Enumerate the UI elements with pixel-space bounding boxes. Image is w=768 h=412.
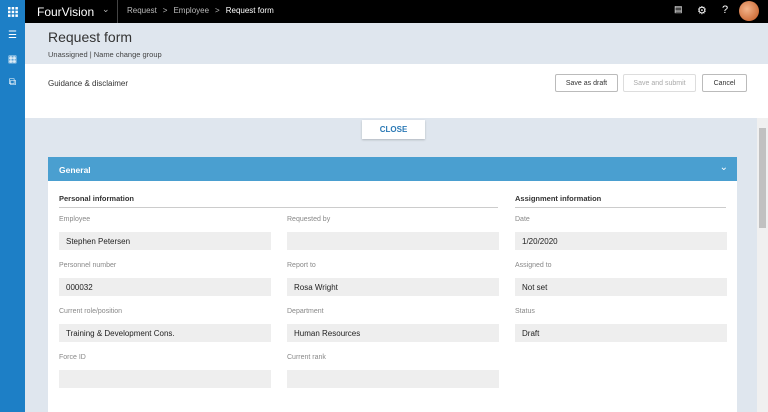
gear-icon[interactable]: ⚙ [697,4,707,17]
action-band: Guidance & disclaimer Save as draft Save… [25,64,768,118]
page-subtitle: Unassigned | Name change group [48,50,162,59]
close-button[interactable]: CLOSE [362,120,425,139]
divider [117,0,118,23]
field-label: Report to [287,262,316,269]
field-input[interactable]: Rosa Wright [287,278,499,296]
app-launcher-icon[interactable] [0,0,25,23]
assignment-information-heading: Assignment information [515,194,726,208]
save-and-submit-button[interactable]: Save and submit [623,74,696,92]
chevron-down-icon[interactable]: ⌄ [102,4,110,15]
breadcrumb-current: Request form [225,6,274,15]
field-input[interactable]: Stephen Petersen [59,232,271,250]
page-header: Request form Unassigned | Name change gr… [25,23,768,64]
field-label: Current role/position [59,308,123,315]
personal-information-heading: Personal information [59,194,498,208]
field-input[interactable] [287,370,499,388]
dashboard-icon[interactable]: ▦ [0,54,25,65]
general-panel: General ⌄ Personal information Assignment… [48,157,737,412]
field-label: Employee [59,216,91,223]
field-input[interactable]: 000032 [59,278,271,296]
save-as-draft-button[interactable]: Save as draft [555,74,618,92]
guidance-link[interactable]: Guidance & disclaimer [48,79,128,88]
field-label: Force ID [59,354,86,361]
field-label: Department [287,308,324,315]
workspaces-icon[interactable]: ⧉ [0,77,25,88]
cancel-button[interactable]: Cancel [702,74,747,92]
field-input[interactable]: Training & Development Cons. [59,324,271,342]
field-input[interactable]: Draft [515,324,727,342]
field-label: Current rank [287,354,326,361]
field-input[interactable]: 1/20/2020 [515,232,727,250]
field-label: Date [515,216,530,223]
scrollbar-thumb[interactable] [759,128,766,228]
breadcrumb-employee[interactable]: Employee [173,6,209,15]
field-input[interactable] [59,370,271,388]
field-input[interactable]: Not set [515,278,727,296]
field-label: Status [515,308,535,315]
top-bar: FourVision ⌄ Request > Employee > Request … [0,0,768,23]
help-icon[interactable]: ? [722,4,728,16]
field-input[interactable] [287,232,499,250]
scrollbar[interactable] [757,118,768,412]
hamburger-icon[interactable]: ☰ [0,30,25,41]
breadcrumb: Request > Employee > Request form [127,6,274,15]
chevron-down-icon[interactable]: ⌄ [720,162,728,173]
nav-rail: ☰ ▦ ⧉ [0,23,25,412]
breadcrumb-request[interactable]: Request [127,6,157,15]
page-title: Request form [48,29,133,45]
field-input[interactable]: Human Resources [287,324,499,342]
field-label: Personnel number [59,262,117,269]
brand-name[interactable]: FourVision [37,5,94,19]
general-panel-header[interactable]: General ⌄ [48,157,737,181]
panel-title: General [59,165,91,175]
field-label: Requested by [287,216,331,223]
avatar[interactable] [739,1,759,21]
feedback-icon[interactable]: ▤ [674,4,683,15]
field-label: Assigned to [515,262,552,269]
